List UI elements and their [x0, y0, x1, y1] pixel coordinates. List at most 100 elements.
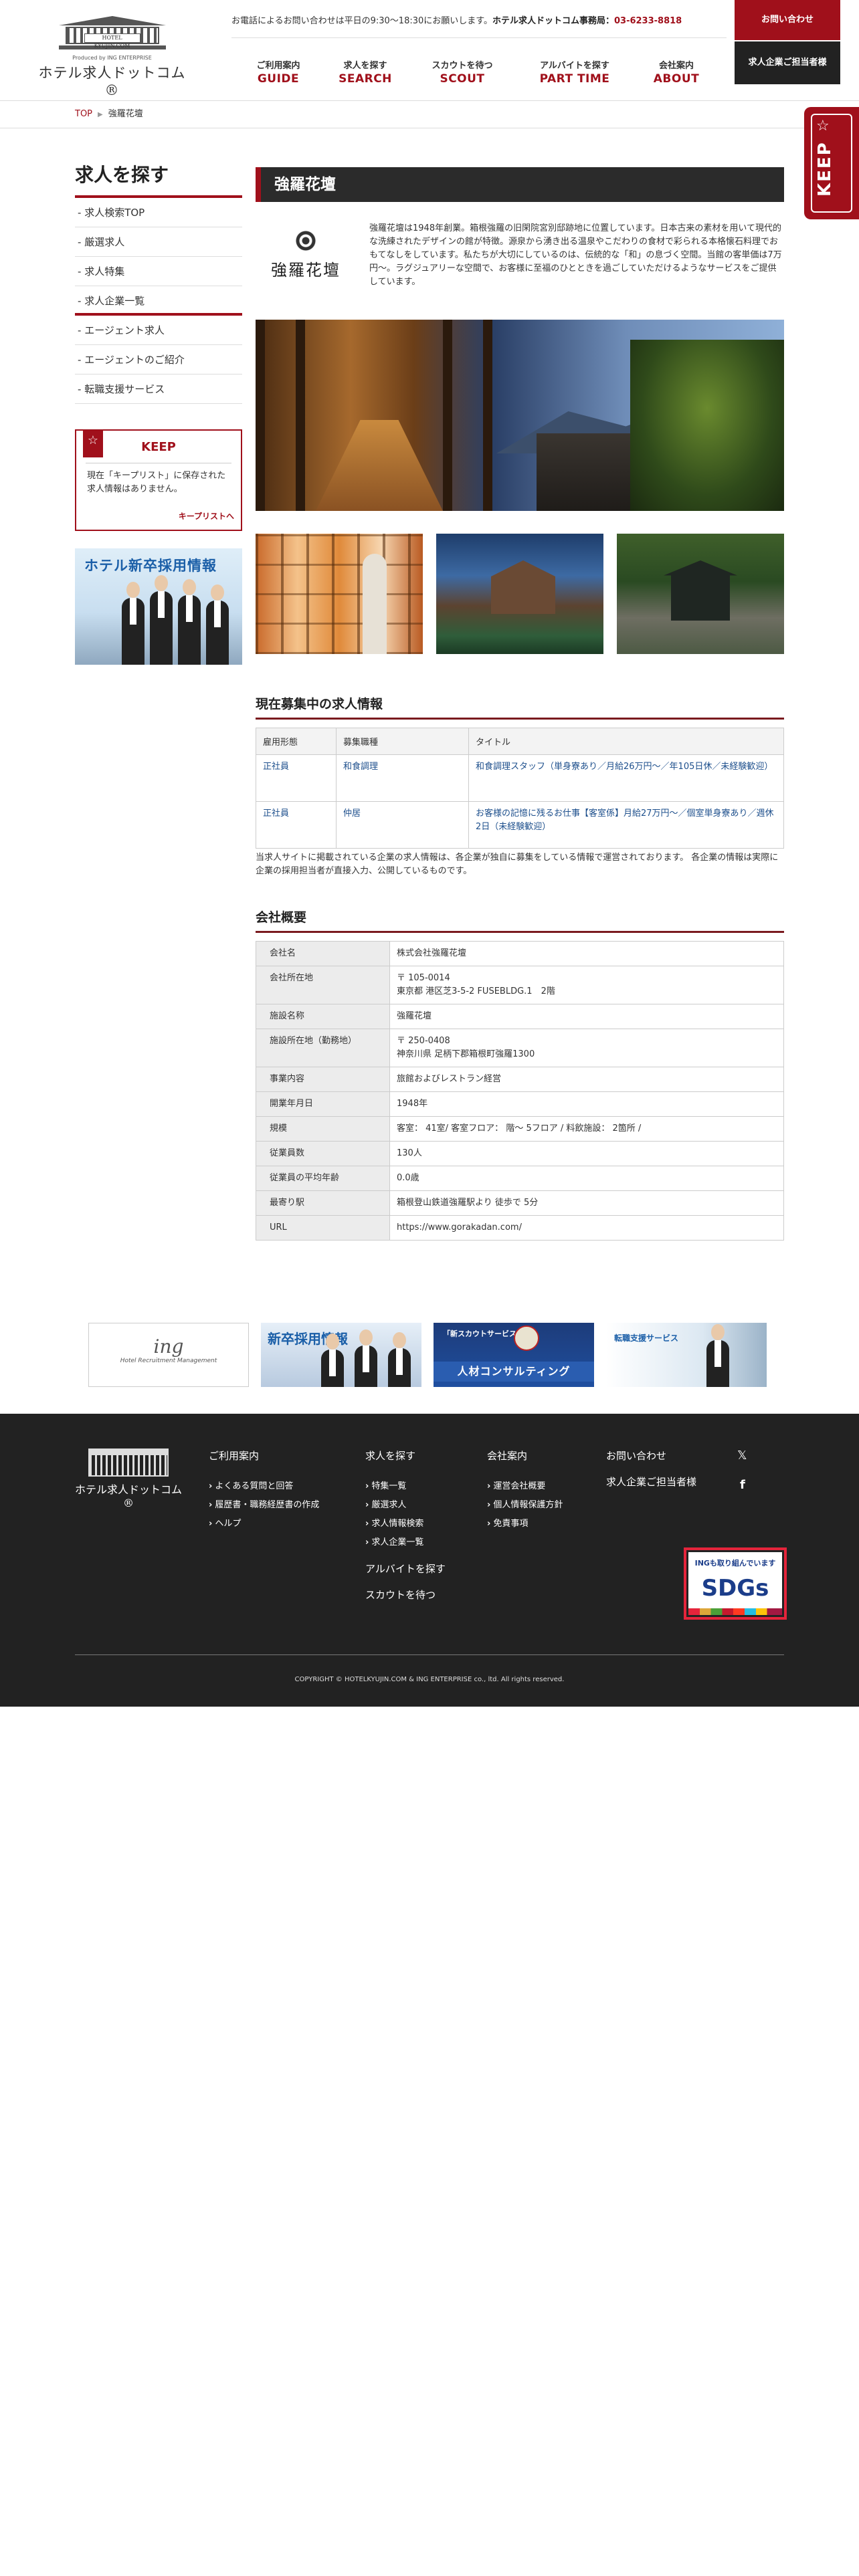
keep-side-tab[interactable]: ☆ KEEP — [804, 107, 859, 219]
person-image — [122, 582, 145, 665]
thumbnail-photo[interactable] — [256, 534, 423, 654]
footer-col-about: 会社案内 運営会社概要 個人情報保護方針 免責事項 — [487, 1448, 563, 1533]
person-image — [355, 1329, 377, 1387]
site-logo[interactable]: HOTEL KYUJIN.COM Produced by ING ENTERPR… — [37, 16, 187, 98]
nav-part-time-jp: アルバイトを探す — [540, 61, 609, 71]
scout-consulting-banner[interactable]: 「新スカウトサービス」 人材コンサルティング — [434, 1323, 594, 1387]
row-label: 会社名 — [256, 941, 390, 966]
sidebar-title: 求人を探す — [75, 160, 242, 198]
nav-search-jp: 求人を探す — [343, 61, 387, 71]
footer-link[interactable]: 特集一覧 — [365, 1477, 446, 1496]
facebook-icon[interactable]: f — [740, 1478, 745, 1492]
footer-logo-wordmark: ホテル求人ドットコム® — [75, 1483, 183, 1509]
person-image — [206, 584, 229, 665]
job-type-link[interactable]: 正社員 — [256, 801, 337, 849]
nav-about[interactable]: 会社案内 ABOUT — [646, 58, 706, 86]
footer-link[interactable]: 厳選求人 — [365, 1496, 446, 1515]
footer-part-time-link[interactable]: アルバイトを探す — [365, 1562, 446, 1576]
column-header: タイトル — [468, 728, 784, 755]
row-label: URL — [256, 1215, 390, 1241]
nav-scout-en: SCOUT — [440, 72, 485, 86]
contact-info: お電話によるお問い合わせは平日の9:30〜18:30にお願いします。ホテル求人ド… — [231, 13, 714, 26]
job-disclaimer: 当求人サイトに掲載されている企業の求人情報は、各企業が独自に募集をしている情報で… — [256, 853, 779, 876]
contact-button[interactable]: お問い合わせ — [735, 0, 840, 40]
new-graduate-banner-title: ホテル新卒採用情報 — [84, 558, 217, 574]
star-icon: ☆ — [816, 118, 830, 134]
footer-link[interactable]: 求人企業一覧 — [365, 1533, 446, 1552]
sidebar-item-career-support[interactable]: - 転職支援サービス — [75, 374, 242, 404]
table-row: 最寄り駅 箱根登山鉄道強羅駅より 徒歩で 5分 — [256, 1190, 784, 1216]
footer-link[interactable]: 履歴書・職務経歴書の作成 — [209, 1496, 319, 1515]
job-title-link[interactable]: お客様の記憶に残るお仕事【客室係】月給27万円〜／個室単身寮あり／週休2日（未経… — [468, 801, 784, 849]
company-login-button[interactable]: 求人企業ご担当者様 — [735, 41, 840, 84]
nav-guide-en: GUIDE — [257, 72, 300, 86]
sidebar-item-agent-jobs[interactable]: - エージェント求人 — [75, 316, 242, 345]
footer-link[interactable]: 運営会社概要 — [487, 1477, 563, 1496]
keep-box-title: KEEP — [141, 440, 176, 454]
career-support-banner[interactable]: 転職支援サービス — [606, 1323, 767, 1387]
sidebar-item-features[interactable]: - 求人特集 — [75, 257, 242, 286]
company-url[interactable]: https://www.gorakadan.com/ — [389, 1215, 784, 1241]
table-row: 規模 客室： 41室/ 客室フロア： 階〜 5フロア / 料飲施設： 2箇所 / — [256, 1116, 784, 1142]
footer-link[interactable]: 求人情報検索 — [365, 1515, 446, 1533]
footer-company-link[interactable]: 求人企業ご担当者様 — [606, 1475, 696, 1489]
logo-wordmark: ホテル求人ドットコム® — [38, 65, 186, 98]
logo-produced-by: Produced by ING ENTERPRISE — [72, 55, 152, 61]
nav-search[interactable]: 求人を探す SEARCH — [332, 58, 399, 86]
scout-banner-small: 「新スカウトサービス」 — [443, 1329, 524, 1338]
footer-divider — [75, 1654, 784, 1655]
contact-hours-text: お電話によるお問い合わせは平日の9:30〜18:30にお願いします。 — [231, 16, 492, 26]
sidebar: 求人を探す - 求人検索TOP - 厳選求人 - 求人特集 - 求人企業一覧 -… — [75, 160, 242, 665]
sidebar-item-label: 求人検索TOP — [84, 207, 145, 219]
footer-logo[interactable]: ホテル求人ドットコム® — [75, 1448, 182, 1509]
footer-col-title[interactable]: ご利用案内 — [209, 1448, 319, 1463]
job-type-link[interactable]: 正社員 — [256, 754, 337, 802]
sidebar-item-company-list[interactable]: - 求人企業一覧 — [75, 286, 242, 316]
sidebar-item-agent-intro[interactable]: - エージェントのご紹介 — [75, 345, 242, 374]
person-image — [388, 1332, 411, 1387]
job-role-link[interactable]: 和食調理 — [336, 754, 469, 802]
footer-link[interactable]: ヘルプ — [209, 1515, 319, 1533]
job-title-link[interactable]: 和食調理スタッフ（単身寮あり／月給26万円〜／年105日休／未経験歓迎） — [468, 754, 784, 802]
footer-col-title[interactable]: お問い合わせ — [606, 1448, 696, 1463]
nav-guide[interactable]: ご利用案内 GUIDE — [248, 58, 308, 86]
new-graduate-banner[interactable]: ホテル新卒採用情報 — [75, 548, 242, 665]
row-label: 従業員数 — [256, 1141, 390, 1166]
global-nav: ご利用案内 GUIDE 求人を探す SEARCH スカウトを待つ SCOUT ア… — [231, 37, 727, 98]
sidebar-item-selected-jobs[interactable]: - 厳選求人 — [75, 227, 242, 257]
table-row: 開業年月日 1948年 — [256, 1091, 784, 1117]
sidebar-item-label: 求人企業一覧 — [84, 295, 145, 307]
column-header: 雇用形態 — [256, 728, 337, 755]
table-row: 会社所在地〒 105-0014 東京都 港区芝3-5-2 FUSEBLDG.1 2… — [256, 966, 784, 1004]
sdgs-banner[interactable]: INGも取り組んでいます SDGs — [684, 1547, 787, 1620]
keep-box-message: 現在「キープリスト」に保存された求人情報はありません。 — [87, 471, 226, 494]
company-overview-table: 会社名 株式会社強羅花壇 会社所在地〒 105-0014 東京都 港区芝3-5-2 … — [256, 941, 784, 1241]
ing-banner[interactable]: ing Hotel Recruitment Management — [88, 1323, 249, 1387]
company-overview-section: 会社概要 会社名 株式会社強羅花壇 会社所在地〒 105-0014 東京都 港区芝3… — [256, 907, 784, 1241]
x-twitter-icon[interactable]: 𝕏 — [737, 1448, 747, 1463]
footer-col-guide: ご利用案内 よくある質問と回答 履歴書・職務経歴書の作成 ヘルプ — [209, 1448, 319, 1533]
thumbnail-photo[interactable] — [436, 534, 603, 654]
new-graduate-info-banner[interactable]: 新卒採用情報 — [261, 1323, 421, 1387]
footer-link[interactable]: 個人情報保護方針 — [487, 1496, 563, 1515]
keep-list-link[interactable]: キープリストへ — [179, 510, 234, 522]
footer-scout-link[interactable]: スカウトを待つ — [365, 1588, 446, 1602]
address: 東京都 港区芝3-5-2 FUSEBLDG.1 2階 — [397, 986, 555, 996]
footer-col-title[interactable]: 会社案内 — [487, 1448, 563, 1463]
footer-link[interactable]: よくある質問と回答 — [209, 1477, 319, 1496]
logo-building-icon: HOTEL KYUJIN.COM — [58, 16, 166, 53]
nav-part-time[interactable]: アルバイトを探す PART TIME — [531, 58, 618, 86]
job-listings-heading: 現在募集中の求人情報 — [256, 694, 784, 720]
footer-col-title[interactable]: 求人を探す — [365, 1448, 446, 1463]
footer-link[interactable]: 免責事項 — [487, 1515, 563, 1533]
nav-scout[interactable]: スカウトを待つ SCOUT — [422, 58, 502, 86]
job-role-link[interactable]: 仲居 — [336, 801, 469, 849]
footer-col-contact: お問い合わせ 求人企業ご担当者様 — [606, 1448, 696, 1489]
nav-guide-jp: ご利用案内 — [256, 61, 300, 71]
sidebar-item-search-top[interactable]: - 求人検索TOP — [75, 198, 242, 227]
breadcrumb-top[interactable]: TOP — [75, 109, 92, 119]
job-table: 雇用形態 募集職種 タイトル 正社員 和食調理 和食調理スタッフ（単身寮あり／月… — [256, 728, 784, 849]
office-phone[interactable]: 03-6233-8818 — [614, 16, 682, 26]
keep-list-box: ☆ KEEP 現在「キープリスト」に保存された求人情報はありません。 キープリス… — [75, 429, 242, 531]
thumbnail-photo[interactable] — [617, 534, 784, 654]
